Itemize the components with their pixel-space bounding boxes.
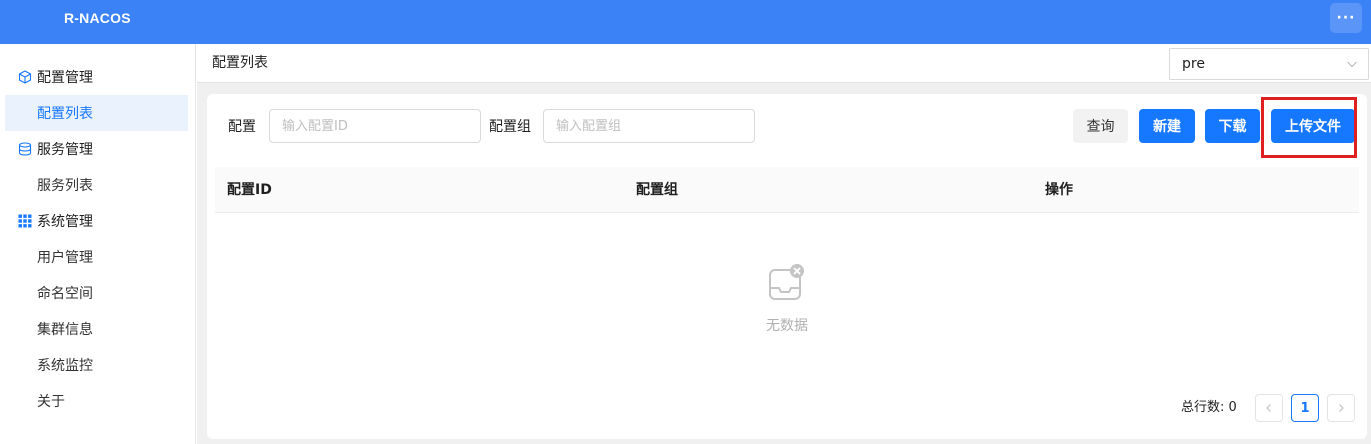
- sidebar-group-label: 服务管理: [37, 142, 93, 158]
- chevron-left-icon: [1266, 404, 1271, 412]
- empty-state-text: 无数据: [766, 318, 808, 334]
- empty-inbox-icon: [769, 264, 804, 300]
- download-button[interactable]: 下载: [1205, 109, 1260, 143]
- pagination-prev-button[interactable]: [1255, 394, 1283, 422]
- config-group-input[interactable]: [543, 109, 755, 143]
- config-group-label: 配置组: [489, 119, 531, 135]
- grid-icon: [18, 214, 32, 228]
- table-header: 配置ID 配置组 操作: [215, 167, 1359, 213]
- new-button[interactable]: 新建: [1139, 109, 1195, 143]
- query-button[interactable]: 查询: [1073, 109, 1128, 143]
- pagination-page-1[interactable]: 1: [1291, 394, 1319, 422]
- database-icon: [18, 142, 32, 156]
- page-header: 配置列表 pre: [197, 44, 1371, 83]
- chevron-down-icon: [1347, 61, 1357, 68]
- namespace-value: pre: [1182, 56, 1205, 72]
- total-rows-label: 总行数: 0: [1181, 400, 1237, 415]
- app-title: R-NACOS: [64, 10, 131, 26]
- page-title: 配置列表: [212, 55, 268, 71]
- config-id-label: 配置: [228, 119, 256, 135]
- main-content: 配置列表 pre 配置 配置组 查询 新建 下载 上传文件 配置ID 配置组 操…: [197, 44, 1371, 444]
- sidebar-item-monitor[interactable]: 系统监控: [5, 347, 188, 383]
- column-header-actions: 操作: [1045, 182, 1073, 198]
- sidebar-group-label: 配置管理: [37, 70, 93, 86]
- sidebar-group-label: 系统管理: [37, 214, 93, 230]
- column-header-config-id: 配置ID: [227, 182, 272, 198]
- sidebar-group-config[interactable]: 配置管理: [0, 59, 196, 95]
- cube-icon: [18, 70, 32, 84]
- sidebar-group-system[interactable]: 系统管理: [0, 203, 196, 239]
- sidebar-item-cluster[interactable]: 集群信息: [5, 311, 188, 347]
- sidebar-item-namespaces[interactable]: 命名空间: [5, 275, 188, 311]
- sidebar-group-service[interactable]: 服务管理: [0, 131, 196, 167]
- upload-file-button[interactable]: 上传文件: [1271, 109, 1355, 143]
- config-id-input[interactable]: [269, 109, 481, 143]
- pagination-next-button[interactable]: [1327, 394, 1355, 422]
- namespace-select[interactable]: pre: [1169, 48, 1369, 80]
- sidebar-item-config-list[interactable]: 配置列表: [5, 95, 188, 131]
- more-button[interactable]: ···: [1330, 3, 1362, 33]
- top-bar: R-NACOS ···: [0, 0, 1371, 44]
- config-list-card: 配置 配置组 查询 新建 下载 上传文件 配置ID 配置组 操作 无数据 总行数…: [207, 94, 1367, 439]
- sidebar-item-about[interactable]: 关于: [5, 383, 188, 419]
- column-header-config-group: 配置组: [636, 182, 678, 198]
- chevron-right-icon: [1339, 404, 1344, 412]
- sidebar-item-users[interactable]: 用户管理: [5, 239, 188, 275]
- sidebar-item-service-list[interactable]: 服务列表: [5, 167, 188, 203]
- sidebar: 配置管理 配置列表 服务管理 服务列表 系统管理 用户管理 命名空间 集群信息 …: [0, 44, 196, 444]
